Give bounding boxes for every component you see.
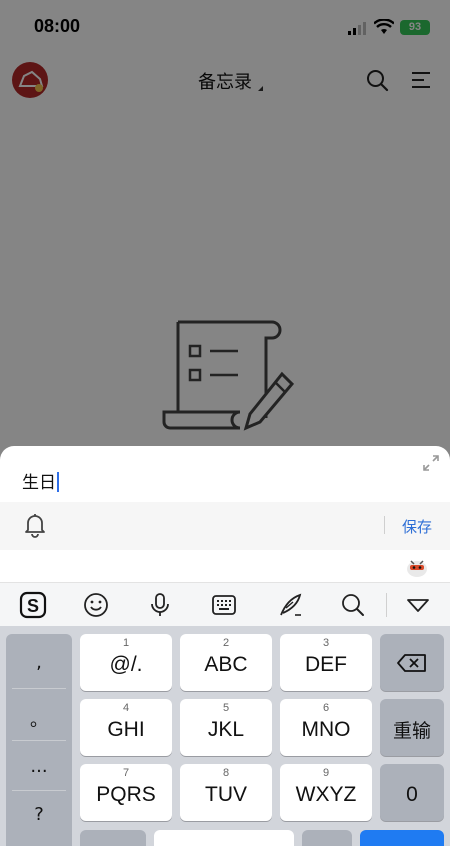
punctuation-key[interactable]: , bbox=[6, 652, 72, 673]
key-2[interactable]: 2 ABC bbox=[180, 634, 272, 691]
key-label: PQRS bbox=[96, 783, 156, 806]
ime-toolbar: S bbox=[0, 582, 450, 626]
key-7[interactable]: 7 PQRS bbox=[80, 764, 172, 821]
handwriting-icon[interactable] bbox=[276, 591, 304, 619]
note-input[interactable]: 生日 bbox=[22, 468, 59, 493]
input-assistant-icon[interactable] bbox=[405, 556, 429, 578]
key-6[interactable]: 6 MNO bbox=[280, 699, 372, 756]
key-label: MNO bbox=[301, 718, 351, 741]
new-note-sheet: 生日 保存 bbox=[0, 446, 450, 582]
punctuation-key[interactable]: ... bbox=[6, 756, 72, 777]
space-key[interactable] bbox=[154, 830, 294, 846]
punctuation-key[interactable]: 。 bbox=[6, 706, 72, 732]
backspace-button[interactable] bbox=[380, 634, 444, 691]
key-label: ABC bbox=[204, 653, 248, 676]
mic-icon[interactable] bbox=[146, 591, 174, 619]
collapse-keyboard-icon[interactable] bbox=[404, 591, 432, 619]
nine-key-keyboard: , 。 ... ? 1 @/. 2 ABC 3 DEF 4 GHI 5 JKL … bbox=[0, 626, 450, 846]
keyboard-icon[interactable] bbox=[210, 591, 238, 619]
key-number: 7 bbox=[122, 767, 130, 779]
search-icon[interactable] bbox=[339, 591, 367, 619]
key-8[interactable]: 8 TUV bbox=[180, 764, 272, 821]
note-toolbar: 保存 bbox=[0, 502, 450, 550]
key-1[interactable]: 1 @/. bbox=[80, 634, 172, 691]
reenter-button[interactable]: 重输 bbox=[380, 699, 444, 756]
key-label: DEF bbox=[305, 653, 347, 676]
key-3[interactable]: 3 DEF bbox=[280, 634, 372, 691]
key-label: WXYZ bbox=[295, 783, 357, 806]
key-number: 3 bbox=[322, 637, 330, 649]
key-label: @/. bbox=[109, 653, 143, 676]
sogou-icon[interactable]: S bbox=[19, 591, 47, 619]
language-switch-key[interactable] bbox=[302, 830, 352, 846]
key-5[interactable]: 5 JKL bbox=[180, 699, 272, 756]
emoji-icon[interactable] bbox=[82, 591, 110, 619]
key-number: 4 bbox=[122, 702, 130, 714]
key-number: 5 bbox=[222, 702, 230, 714]
ime-toolbar-divider bbox=[386, 593, 387, 617]
enter-key[interactable] bbox=[360, 830, 444, 846]
key-label: GHI bbox=[107, 718, 145, 741]
toolbar-divider bbox=[384, 516, 385, 534]
note-input-text: 生日 bbox=[22, 473, 56, 493]
key-label: TUV bbox=[205, 783, 247, 806]
punctuation-divider bbox=[12, 790, 66, 791]
text-caret bbox=[57, 472, 59, 492]
punctuation-divider bbox=[12, 688, 66, 689]
key-number: 9 bbox=[322, 767, 330, 779]
svg-text:S: S bbox=[27, 596, 39, 616]
reenter-label: 重输 bbox=[392, 720, 431, 742]
backspace-icon bbox=[397, 654, 426, 672]
key-number: 1 bbox=[122, 637, 130, 649]
key-number: 8 bbox=[222, 767, 230, 779]
punctuation-column: , 。 ... ? bbox=[6, 634, 72, 846]
key-label: JKL bbox=[207, 718, 245, 741]
key-number: 2 bbox=[222, 637, 230, 649]
key-number: 6 bbox=[322, 702, 330, 714]
punctuation-divider bbox=[12, 740, 66, 741]
key-label: 0 bbox=[406, 783, 418, 806]
key-4[interactable]: 4 GHI bbox=[80, 699, 172, 756]
key-9[interactable]: 9 WXYZ bbox=[280, 764, 372, 821]
key-0[interactable]: 0 bbox=[380, 764, 444, 821]
save-button[interactable]: 保存 bbox=[402, 516, 432, 537]
expand-icon[interactable] bbox=[422, 454, 440, 472]
punctuation-key[interactable]: ? bbox=[6, 804, 72, 825]
symbol-key[interactable] bbox=[6, 830, 72, 846]
bell-icon[interactable] bbox=[22, 512, 48, 538]
number-key[interactable] bbox=[80, 830, 146, 846]
